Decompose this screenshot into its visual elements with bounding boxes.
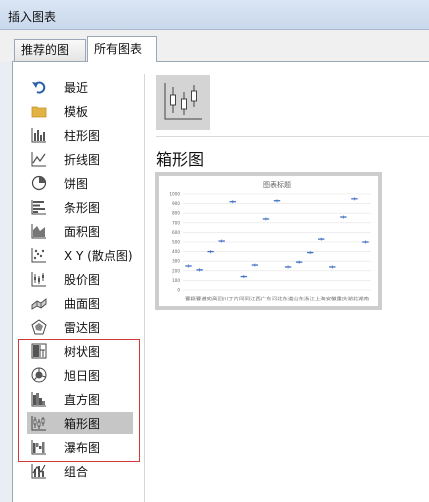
box-whisker-thumbnail-icon: [164, 83, 202, 120]
chart-subtype-thumbnail[interactable]: [156, 75, 210, 130]
stock-chart-icon: [31, 272, 46, 287]
tab-strip: 推荐的图表 所有图表: [0, 30, 429, 78]
y-tick-label: 200: [172, 268, 180, 273]
bar-chart-icon: [31, 200, 46, 215]
chart-type-list: 最近 模板 柱形图 折线图 饼图 条形图 面积图 X Y (散点图) 股价图 曲…: [13, 62, 145, 502]
sidebar-item-line[interactable]: 折线图: [27, 148, 133, 170]
sidebar-item-label: 柱形图: [64, 128, 101, 143]
surface-chart-icon: [31, 298, 47, 310]
sidebar-item-label: 面积图: [64, 224, 101, 239]
box-plot-chart: 图表标题 0 100 200 300 400 500 600 700 800 900 1000 曹颖曹谱…: [169, 180, 371, 301]
sidebar-item-label: 模板: [64, 104, 89, 119]
sidebar-item-stock[interactable]: 股价图: [27, 268, 133, 290]
tab-all-charts[interactable]: 所有图表: [87, 36, 157, 62]
x-axis-labels: 曹颖曹谱宛高回川丁片同同江西广东河北东道山东浙江上海安徽重庆湖北湖南: [185, 295, 369, 301]
chart-title: 图表标题: [263, 180, 291, 189]
y-tick-label: 700: [172, 220, 180, 225]
sidebar-item-label: X Y (散点图): [64, 248, 133, 263]
sidebar-item-surface[interactable]: 曲面图: [27, 292, 133, 314]
pie-chart-icon: [31, 175, 47, 191]
sidebar-item-label: 最近: [64, 80, 89, 95]
chart-preview[interactable]: 图表标题 0 100 200 300 400 500 600 700 800 900 1000 曹颖曹谱…: [155, 172, 382, 310]
sidebar-item-column[interactable]: 柱形图: [27, 124, 133, 146]
sidebar-item-label: 股价图: [64, 272, 101, 287]
sidebar-item-label: 组合: [64, 464, 89, 479]
sidebar-item-label: 曲面图: [64, 296, 101, 311]
new-chart-types-highlight: [18, 339, 140, 462]
folder-icon: [31, 106, 47, 118]
y-tick-label: 500: [172, 240, 180, 245]
sidebar-item-scatter[interactable]: X Y (散点图): [27, 244, 133, 266]
line-chart-icon: [31, 152, 46, 167]
y-tick-label: 600: [172, 230, 180, 235]
radar-chart-icon: [31, 319, 47, 335]
y-tick-label: 300: [172, 259, 180, 264]
sidebar-item-bar[interactable]: 条形图: [27, 196, 133, 218]
y-tick-label: 0: [177, 288, 180, 293]
y-tick-label: 900: [172, 201, 180, 206]
chart-preview-area: 图表标题 0 100 200 300 400 500 600 700 800 900 1000 曹颖曹谱…: [159, 176, 378, 306]
sidebar-item-templates[interactable]: 模板: [27, 100, 133, 122]
sidebar-item-recent[interactable]: 最近: [27, 76, 133, 98]
y-tick-label: 800: [172, 211, 180, 216]
sidebar-item-label: 条形图: [64, 200, 101, 215]
sidebar-item-label: 折线图: [64, 152, 101, 167]
y-tick-label: 1000: [169, 192, 180, 197]
sidebar-item-label: 雷达图: [64, 320, 101, 335]
column-chart-icon: [31, 128, 46, 143]
divider: [144, 74, 145, 502]
sidebar-item-radar[interactable]: 雷达图: [27, 316, 133, 338]
y-tick-label: 400: [172, 249, 180, 254]
tab-recommended-charts[interactable]: 推荐的图表: [14, 39, 86, 78]
area-chart-icon: [31, 224, 46, 239]
scatter-chart-icon: [31, 248, 46, 263]
undo-arrow-icon: [32, 81, 46, 94]
title-bar: 插入图表: [0, 0, 429, 30]
window-title: 插入图表: [8, 10, 57, 24]
chart-type-title: 箱形图: [156, 150, 205, 169]
y-tick-label: 100: [172, 278, 180, 283]
sidebar-item-pie[interactable]: 饼图: [27, 172, 133, 194]
combo-chart-icon: [31, 464, 46, 479]
sidebar-item-area[interactable]: 面积图: [27, 220, 133, 242]
divider: [156, 136, 429, 137]
sidebar-item-label: 饼图: [64, 176, 89, 191]
all-charts-panel: 最近 模板 柱形图 折线图 饼图 条形图 面积图 X Y (散点图) 股价图 曲…: [12, 61, 429, 502]
sidebar-item-combo[interactable]: 组合: [27, 460, 133, 482]
